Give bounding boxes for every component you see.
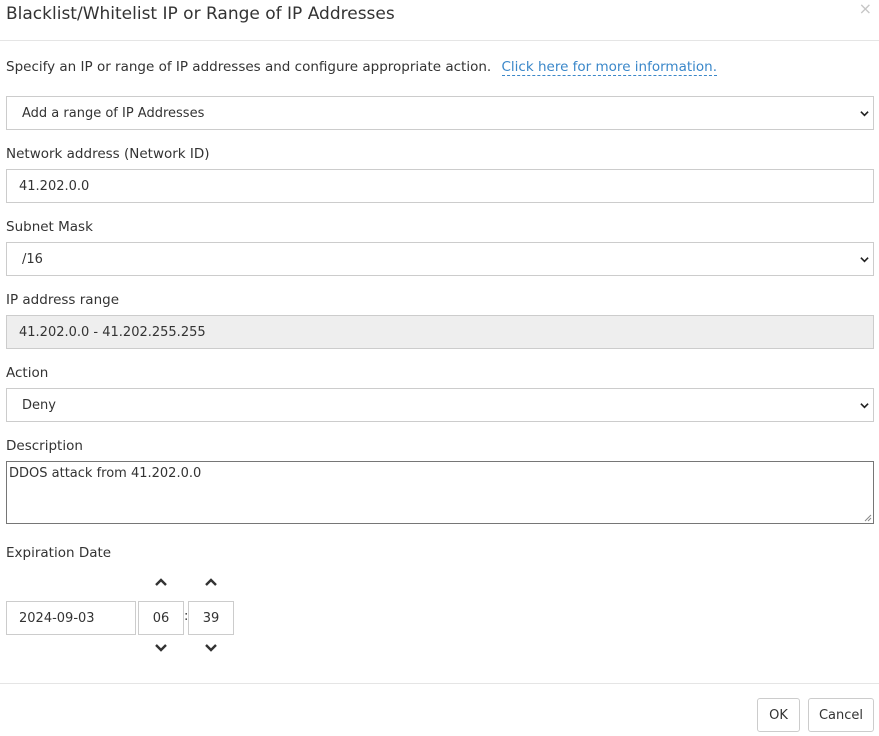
hour-input[interactable]: 06 <box>138 601 184 635</box>
hour-up-icon[interactable] <box>154 577 168 587</box>
more-info-link[interactable]: Click here for more information. <box>501 59 717 76</box>
minute-up-icon[interactable] <box>204 577 218 587</box>
chevron-down-icon <box>860 111 869 117</box>
action-value: Deny <box>22 397 56 413</box>
cancel-button[interactable]: Cancel <box>808 698 874 732</box>
range-type-value: Add a range of IP Addresses <box>22 105 205 121</box>
chevron-down-icon <box>860 403 869 409</box>
hour-down-icon[interactable] <box>154 643 168 653</box>
minute-input[interactable]: 39 <box>188 601 234 635</box>
dialog-title: Blacklist/Whitelist IP or Range of IP Ad… <box>6 4 395 24</box>
close-icon[interactable]: × <box>859 1 872 17</box>
action-label: Action <box>6 365 49 381</box>
ip-range-label: IP address range <box>6 292 119 308</box>
intro-text: Specify an IP or range of IP addresses a… <box>6 58 717 76</box>
ok-button[interactable]: OK <box>757 698 800 732</box>
minute-value: 39 <box>202 610 220 626</box>
range-type-select[interactable]: Add a range of IP Addresses <box>6 96 874 130</box>
expiration-label: Expiration Date <box>6 545 112 561</box>
dialog-footer-divider <box>0 683 879 684</box>
description-textarea[interactable]: DDOS attack from 41.202.0.0 <box>6 461 874 524</box>
network-address-value: 41.202.0.0 <box>19 178 90 194</box>
ip-range-value: 41.202.0.0 - 41.202.255.255 <box>19 324 206 340</box>
ip-range-field: 41.202.0.0 - 41.202.255.255 <box>6 315 874 349</box>
dialog-header: Blacklist/Whitelist IP or Range of IP Ad… <box>0 0 879 41</box>
description-value: DDOS attack from 41.202.0.0 <box>9 466 202 481</box>
subnet-mask-select[interactable]: /16 <box>6 242 874 276</box>
minute-down-icon[interactable] <box>204 643 218 653</box>
intro-description: Specify an IP or range of IP addresses a… <box>6 59 492 75</box>
expiration-date-input[interactable]: 2024-09-03 <box>6 601 136 635</box>
subnet-mask-label: Subnet Mask <box>6 219 93 235</box>
expiration-date-value: 2024-09-03 <box>19 610 95 626</box>
action-select[interactable]: Deny <box>6 388 874 422</box>
network-address-label: Network address (Network ID) <box>6 146 210 162</box>
network-address-input[interactable]: 41.202.0.0 <box>6 169 874 203</box>
hour-value: 06 <box>152 610 170 626</box>
resize-handle-icon[interactable] <box>864 514 872 522</box>
subnet-mask-value: /16 <box>22 251 43 267</box>
chevron-down-icon <box>860 257 869 263</box>
description-label: Description <box>6 438 83 454</box>
